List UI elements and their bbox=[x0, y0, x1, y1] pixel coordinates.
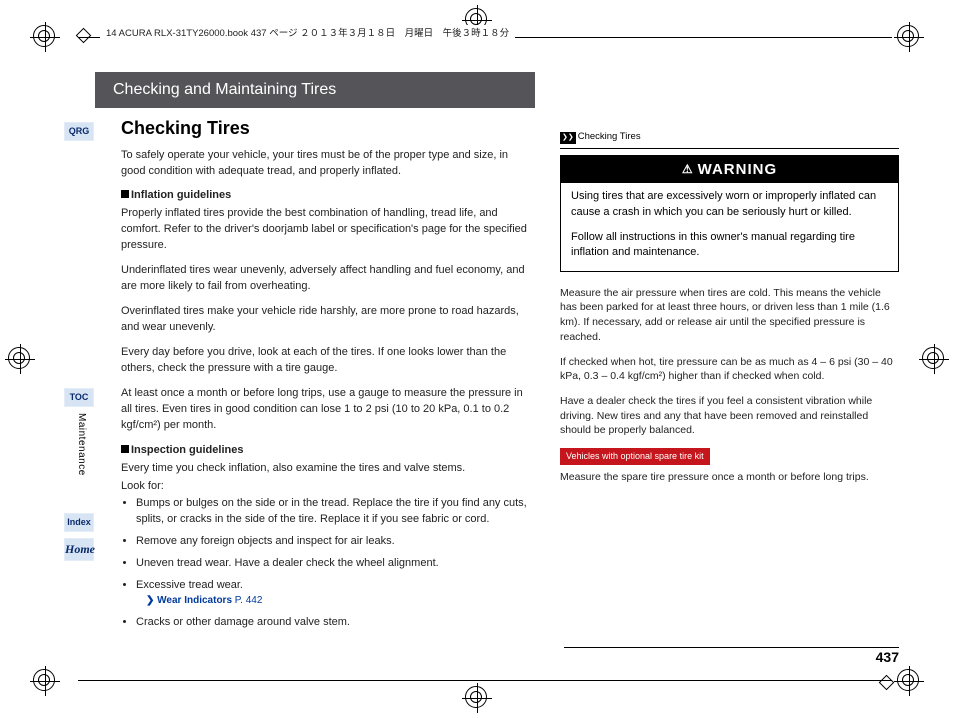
inflation-p2: Underinflated tires wear unevenly, adver… bbox=[121, 263, 530, 295]
inspection-heading: Inspection guidelines bbox=[131, 444, 243, 456]
index-button[interactable]: Index bbox=[64, 513, 94, 532]
page-number: 437 bbox=[876, 648, 899, 668]
inflation-p3: Overinflated tires make your vehicle rid… bbox=[121, 304, 530, 336]
inspection-p2: Look for: bbox=[121, 479, 530, 495]
warning-box: ⚠WARNING Using tires that are excessivel… bbox=[560, 155, 899, 272]
bullet-1: Bumps or bulges on the side or in the tr… bbox=[136, 496, 530, 528]
note-p1: Measure the air pressure when tires are … bbox=[560, 286, 899, 345]
inflation-p5: At least once a month or before long tri… bbox=[121, 386, 530, 434]
bullet-3: Uneven tread wear. Have a dealer check t… bbox=[136, 556, 530, 572]
qrg-button[interactable]: QRG bbox=[64, 122, 94, 141]
note-p4: Measure the spare tire pressure once a m… bbox=[560, 470, 899, 485]
note-p2: If checked when hot, tire pressure can b… bbox=[560, 355, 899, 384]
arrow-icon: ❯ bbox=[146, 595, 154, 606]
home-button[interactable]: Home bbox=[64, 538, 94, 561]
bullet-5: Cracks or other damage around valve stem… bbox=[136, 615, 530, 631]
toc-button[interactable]: TOC bbox=[64, 388, 94, 407]
inflation-p4: Every day before you drive, look at each… bbox=[121, 345, 530, 377]
breadcrumb: ❯❯Checking Tires bbox=[560, 130, 899, 144]
intro-text: To safely operate your vehicle, your tir… bbox=[121, 148, 530, 180]
inflation-heading: Inflation guidelines bbox=[131, 189, 231, 201]
warning-header: ⚠WARNING bbox=[561, 156, 898, 183]
chevron-icon: ❯❯ bbox=[560, 132, 576, 144]
bullet-4: Excessive tread wear. ❯ Wear Indicators … bbox=[136, 578, 530, 608]
vehicle-option-tag: Vehicles with optional spare tire kit bbox=[560, 448, 710, 465]
square-bullet-icon bbox=[121, 445, 129, 453]
wear-indicators-link[interactable]: ❯ Wear Indicators P. 442 bbox=[146, 594, 530, 609]
bullet-2: Remove any foreign objects and inspect f… bbox=[136, 534, 530, 550]
section-title: Checking Tires bbox=[121, 116, 530, 141]
inspection-p1: Every time you check inflation, also exa… bbox=[121, 461, 530, 477]
inflation-p1: Properly inflated tires provide the best… bbox=[121, 206, 530, 254]
warning-triangle-icon: ⚠ bbox=[682, 161, 694, 178]
warning-p2: Follow all instructions in this owner's … bbox=[571, 230, 888, 261]
header-meta: 14 ACURA RLX-31TY26000.book 437 ページ ２０１３… bbox=[100, 25, 515, 42]
page-title-bar: Checking and Maintaining Tires bbox=[95, 72, 535, 108]
note-p3: Have a dealer check the tires if you fee… bbox=[560, 394, 899, 438]
warning-p1: Using tires that are excessively worn or… bbox=[571, 189, 888, 220]
section-tab: Maintenance bbox=[74, 413, 88, 476]
square-bullet-icon bbox=[121, 190, 129, 198]
